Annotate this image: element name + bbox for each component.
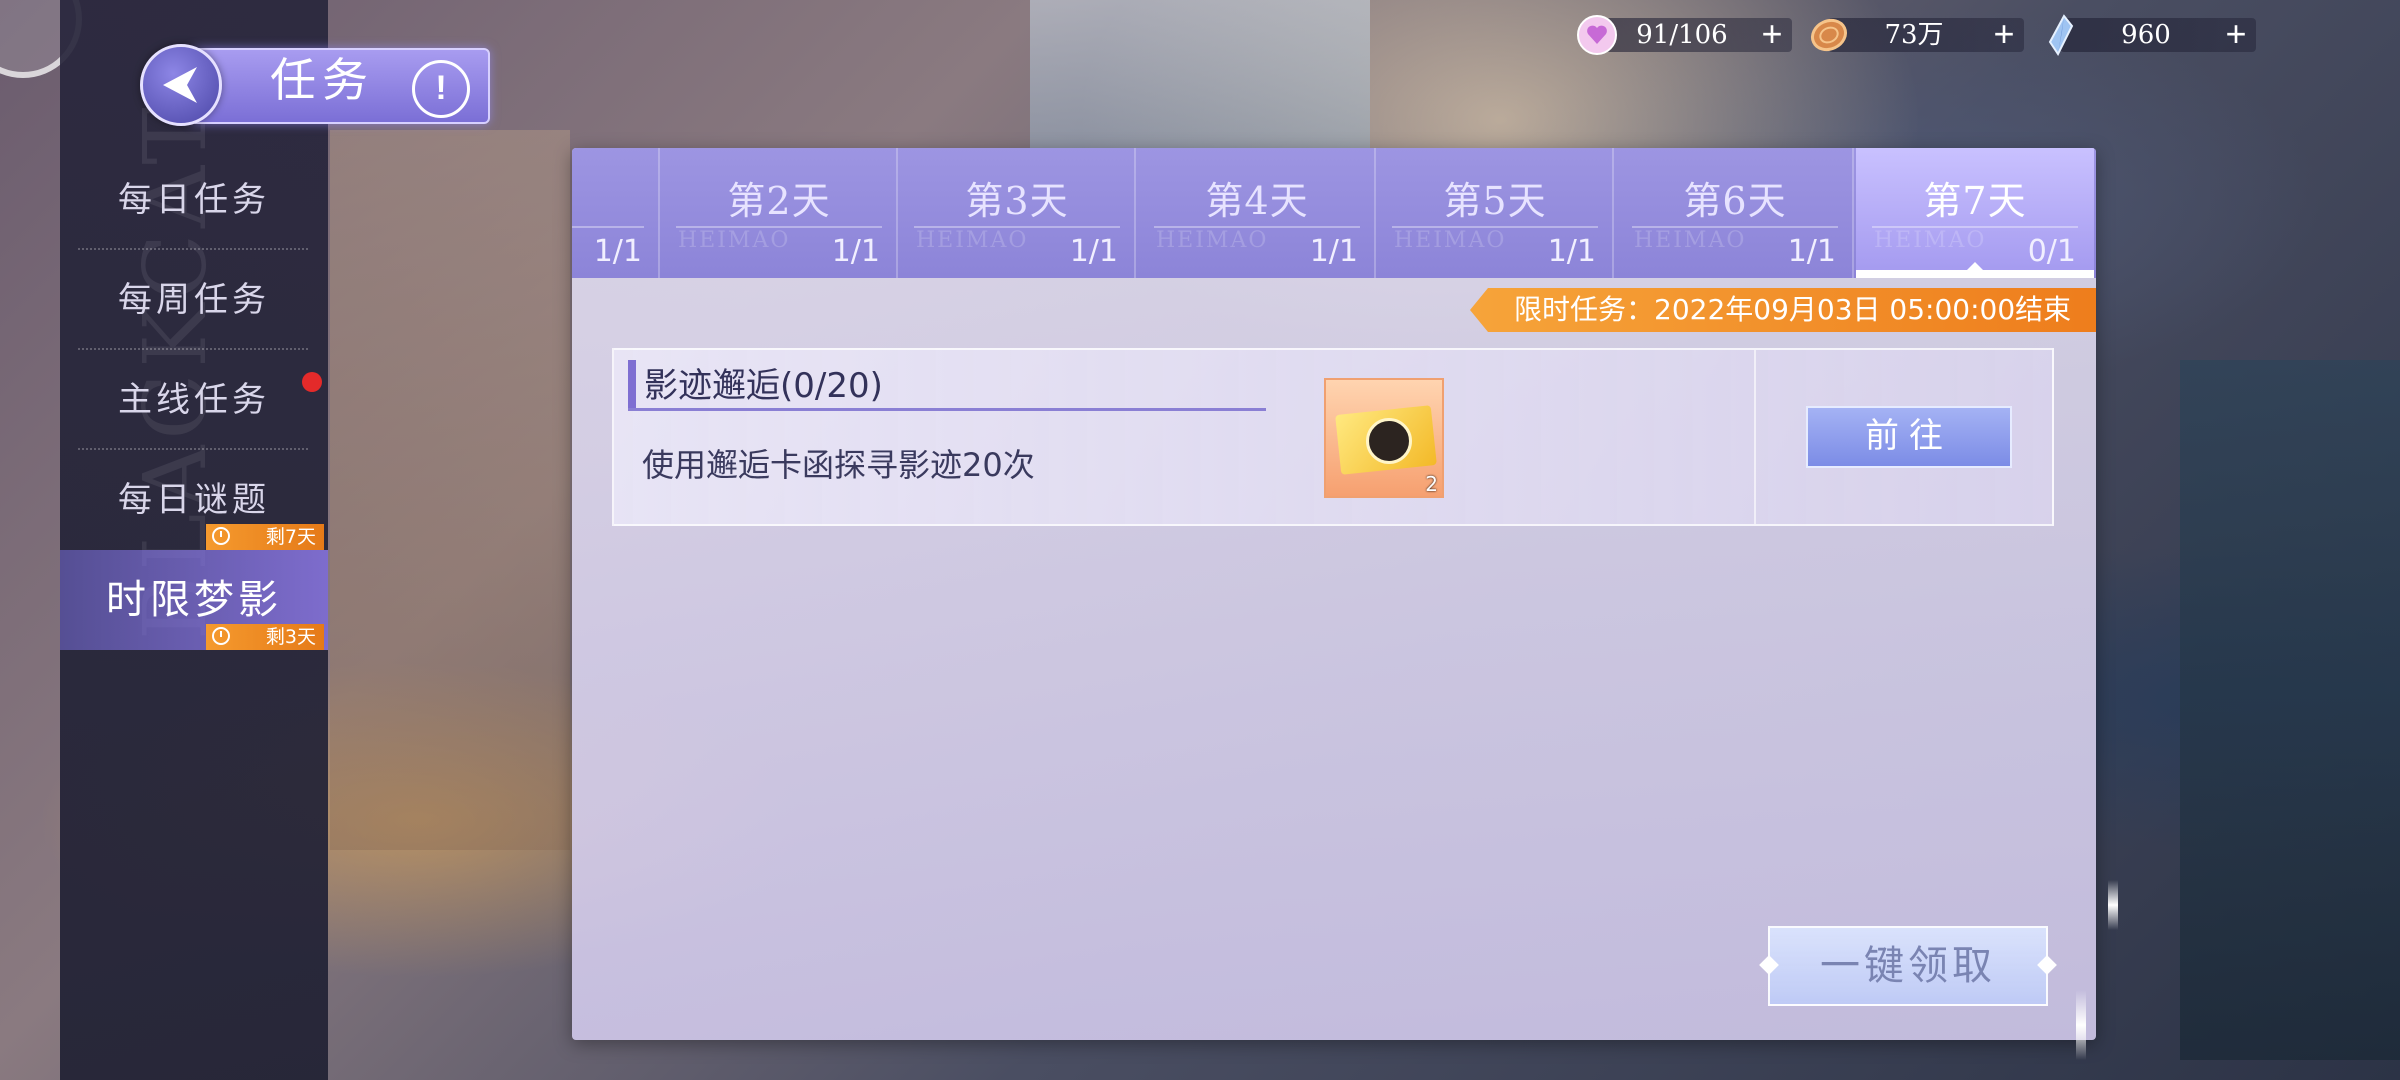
clock-icon [212,527,230,545]
time-limit-banner: 限时任务：2022年09月03日 05:00:00结束 [1470,288,2096,332]
sparkle-icon [2076,990,2086,1060]
clock-icon [212,627,230,645]
back-arrow-icon [163,67,197,103]
sparkle-icon [2108,880,2118,930]
tab-day-label: 天 [572,170,582,225]
sidebar-item-label: 主线任务 [118,380,270,420]
reward-item[interactable]: 2 [1324,378,1444,498]
timer-badge-text: 剩3天 [265,626,316,648]
timer-badge-text: 剩7天 [265,526,316,548]
sidebar-item-limited[interactable]: 时限梦影 剩3天 [60,550,328,650]
heart-energy-icon [1577,15,1617,55]
tab-day-3[interactable]: 第3天 HEIMAO 1/1 [898,148,1136,278]
tab-progress: 1/1 [1309,234,1358,269]
sidebar-item-weekly[interactable]: 每周任务 [60,250,328,350]
sidebar-item-puzzle[interactable]: 每日谜题 剩7天 [60,450,328,550]
day-tabs: 天 1/1 第2天 HEIMAO 1/1 第3天 HEIMAO 1/1 第4天 … [572,148,2096,278]
tab-brand-watermark: HEIMAO [1394,228,1507,253]
side-menu: 每日任务 每周任务 主线任务 每日谜题 剩7天 时限梦影 剩3天 [60,150,328,650]
sidebar-item-daily[interactable]: 每日任务 [60,150,328,250]
tab-separator [1134,148,1136,278]
currency-value: 73万 [1884,20,1944,50]
tab-progress: 1/1 [1547,234,1596,269]
timer-badge: 剩3天 [206,624,324,650]
background-shelf [330,130,570,850]
tab-day-1[interactable]: 天 1/1 [572,148,660,278]
info-button[interactable]: ! [412,60,470,118]
tab-day-label: 第6天 [1683,179,1787,223]
tab-day-label: 第7天 [1923,179,2027,223]
title-bar: ! 任务 [140,44,496,126]
tab-day-6[interactable]: 第6天 HEIMAO 1/1 [1616,148,1854,278]
active-tab-notch [1965,262,1985,272]
timer-badge: 剩7天 [206,524,324,550]
tab-brand-watermark: HEIMAO [678,228,791,253]
task-card: 影迹邂逅(0/20) 使用邂逅卡函探寻影迹20次 2 前往 [612,348,2054,526]
task-title-accent [628,360,636,408]
sidebar-item-label: 每周任务 [118,280,270,320]
back-button[interactable] [140,44,222,126]
page-title: 任务 [270,53,374,107]
background-cabinet [2180,360,2400,1060]
tab-brand-watermark: HEIMAO [1874,228,1987,253]
task-title: 影迹邂逅(0/20) [644,366,883,406]
add-coin-button[interactable]: + [1988,16,2020,52]
card-divider [1754,350,1756,524]
notification-dot [302,372,322,392]
currency-crystal: 960 + [2040,12,2256,58]
tab-day-5[interactable]: 第5天 HEIMAO 1/1 [1376,148,1614,278]
tab-separator [1852,148,1854,278]
tab-brand-watermark: HEIMAO [1634,228,1747,253]
sparkle-icon [2037,955,2057,975]
tab-progress: 1/1 [1787,234,1836,269]
tab-brand-watermark: HEIMAO [1156,228,1269,253]
tab-day-label: 第3天 [965,179,1069,223]
task-title-underline [628,408,1266,411]
tab-brand-watermark: HEIMAO [916,228,1029,253]
tab-progress: 1/1 [1069,234,1118,269]
sidebar-item-label: 每日任务 [118,180,270,220]
tab-underline [572,226,644,228]
crystal-icon [2048,14,2074,56]
tab-day-2[interactable]: 第2天 HEIMAO 1/1 [660,148,898,278]
tab-day-4[interactable]: 第4天 HEIMAO 1/1 [1138,148,1376,278]
task-description: 使用邂逅卡函探寻影迹20次 [642,446,1035,484]
tab-progress: 0/1 [2027,234,2076,269]
claim-all-button[interactable]: 一键领取 [1759,926,2057,1006]
tab-progress: 1/1 [593,234,642,269]
tab-day-label: 第4天 [1205,179,1309,223]
reward-count: 2 [1425,472,1438,496]
sidebar-item-main[interactable]: 主线任务 [60,350,328,450]
currency-energy: 91/106 + [1576,12,1792,58]
currency-coin: 73万 + [1808,12,2024,58]
currency-value: 91/106 [1636,20,1728,50]
tab-progress: 1/1 [831,234,880,269]
black-cat-icon [1366,418,1412,464]
go-button[interactable]: 前往 [1806,406,2012,468]
task-panel: 天 1/1 第2天 HEIMAO 1/1 第3天 HEIMAO 1/1 第4天 … [572,148,2096,1040]
currency-value: 960 [2121,20,2171,50]
sparkle-icon [1759,955,1779,975]
add-crystal-button[interactable]: + [2220,16,2252,52]
tab-separator [1612,148,1614,278]
tab-day-7[interactable]: 第7天 HEIMAO 0/1 [1856,148,2094,278]
coin-icon [1810,18,1848,52]
tab-day-label: 第2天 [727,179,831,223]
tab-day-label: 第5天 [1443,179,1547,223]
claim-all-label: 一键领取 [1820,943,1996,989]
add-energy-button[interactable]: + [1756,16,1788,52]
